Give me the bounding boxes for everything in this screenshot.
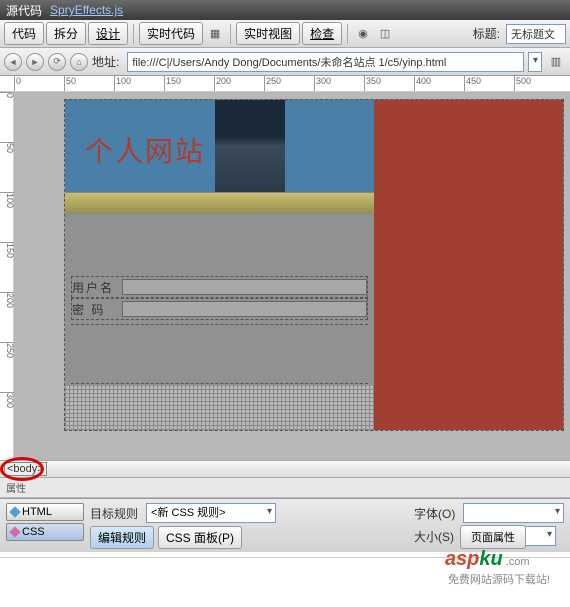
username-row: 用户名	[71, 276, 368, 298]
css-mode-button[interactable]: CSS	[6, 523, 84, 541]
watermark-tagline: 免费网站源码下载站!	[448, 571, 550, 587]
tool-icon-2[interactable]: ◫	[375, 24, 395, 44]
address-label: 地址:	[92, 53, 119, 70]
username-label: 用户名	[72, 279, 122, 296]
page-title-input[interactable]	[506, 24, 566, 44]
separator	[347, 24, 348, 44]
view-toolbar: 代码 拆分 设计 实时代码 ▦ 实时视图 检查 ◉ ◫ 标题:	[0, 20, 570, 48]
title-field-label: 标题:	[473, 25, 500, 42]
password-row: 密 码	[71, 298, 368, 320]
live-code-icon[interactable]: ▦	[205, 24, 225, 44]
source-filename[interactable]: SpryEffects.js	[50, 3, 123, 17]
address-input[interactable]	[127, 52, 524, 72]
html-mode-button[interactable]: HTML	[6, 503, 84, 521]
watermark: aspku.com 免费网站源码下载站!	[445, 548, 550, 587]
separator	[230, 24, 231, 44]
address-toolbar: ◄ ► ⟳ ⌂ 地址: ▥	[0, 48, 570, 76]
font-select[interactable]	[463, 503, 564, 523]
password-input[interactable]	[122, 301, 367, 317]
design-view-button[interactable]: 设计	[88, 22, 128, 45]
vertical-ruler: 0 50 100 150 200 250 300	[0, 92, 14, 460]
title-bar: 源代码 SpryEffects.js	[0, 0, 570, 20]
target-rule-select[interactable]: <新 CSS 规则>	[146, 503, 276, 523]
edit-rule-button[interactable]: 编辑规则	[90, 526, 154, 549]
tag-selector-bar: <body>	[0, 460, 570, 478]
site-title: 个人网站	[65, 100, 215, 192]
font-label: 字体(O)	[414, 505, 455, 522]
address-dropdown[interactable]	[528, 52, 542, 72]
page-header: 个人网站	[65, 100, 374, 192]
header-image	[215, 100, 285, 192]
page-properties-button[interactable]: 页面属性	[460, 525, 526, 549]
footer: aspku.com 免费网站源码下载站!	[0, 557, 570, 607]
target-rule-label: 目标规则	[90, 505, 138, 522]
right-column	[374, 100, 563, 430]
css-icon	[9, 526, 20, 537]
nav-bar	[65, 192, 374, 214]
size-label: 大小(S)	[414, 528, 454, 545]
design-canvas[interactable]: 个人网站 用户名 密 码	[14, 92, 570, 460]
login-form: 用户名 密 码	[65, 274, 374, 386]
css-panel-button[interactable]: CSS 面板(P)	[158, 526, 242, 549]
home-button[interactable]: ⌂	[70, 53, 88, 71]
password-label: 密 码	[72, 301, 122, 318]
refresh-button[interactable]: ⟳	[48, 53, 66, 71]
tool-icon-1[interactable]: ◉	[353, 24, 373, 44]
inspect-button[interactable]: 检查	[302, 22, 342, 45]
separator	[133, 24, 134, 44]
split-view-button[interactable]: 拆分	[46, 22, 86, 45]
browse-icon[interactable]: ▥	[546, 52, 566, 72]
code-view-button[interactable]: 代码	[4, 22, 44, 45]
html-icon	[9, 506, 20, 517]
left-column: 个人网站 用户名 密 码	[65, 100, 374, 430]
form-spacer	[71, 324, 368, 384]
username-input[interactable]	[122, 279, 367, 295]
properties-label: 属性	[0, 478, 570, 498]
forward-button[interactable]: ►	[26, 53, 44, 71]
annotation-circle	[0, 457, 44, 481]
workspace: 0 50 100 150 200 250 300 个人网站 用户名	[0, 92, 570, 460]
back-button[interactable]: ◄	[4, 53, 22, 71]
page-table[interactable]: 个人网站 用户名 密 码	[64, 99, 564, 431]
live-view-button[interactable]: 实时视图	[236, 22, 300, 45]
source-label: 源代码	[6, 2, 42, 19]
live-code-button[interactable]: 实时代码	[139, 22, 203, 45]
horizontal-ruler: 0 50 100 150 200 250 300 350 400 450 500	[0, 76, 570, 92]
spacer-block	[65, 214, 374, 274]
